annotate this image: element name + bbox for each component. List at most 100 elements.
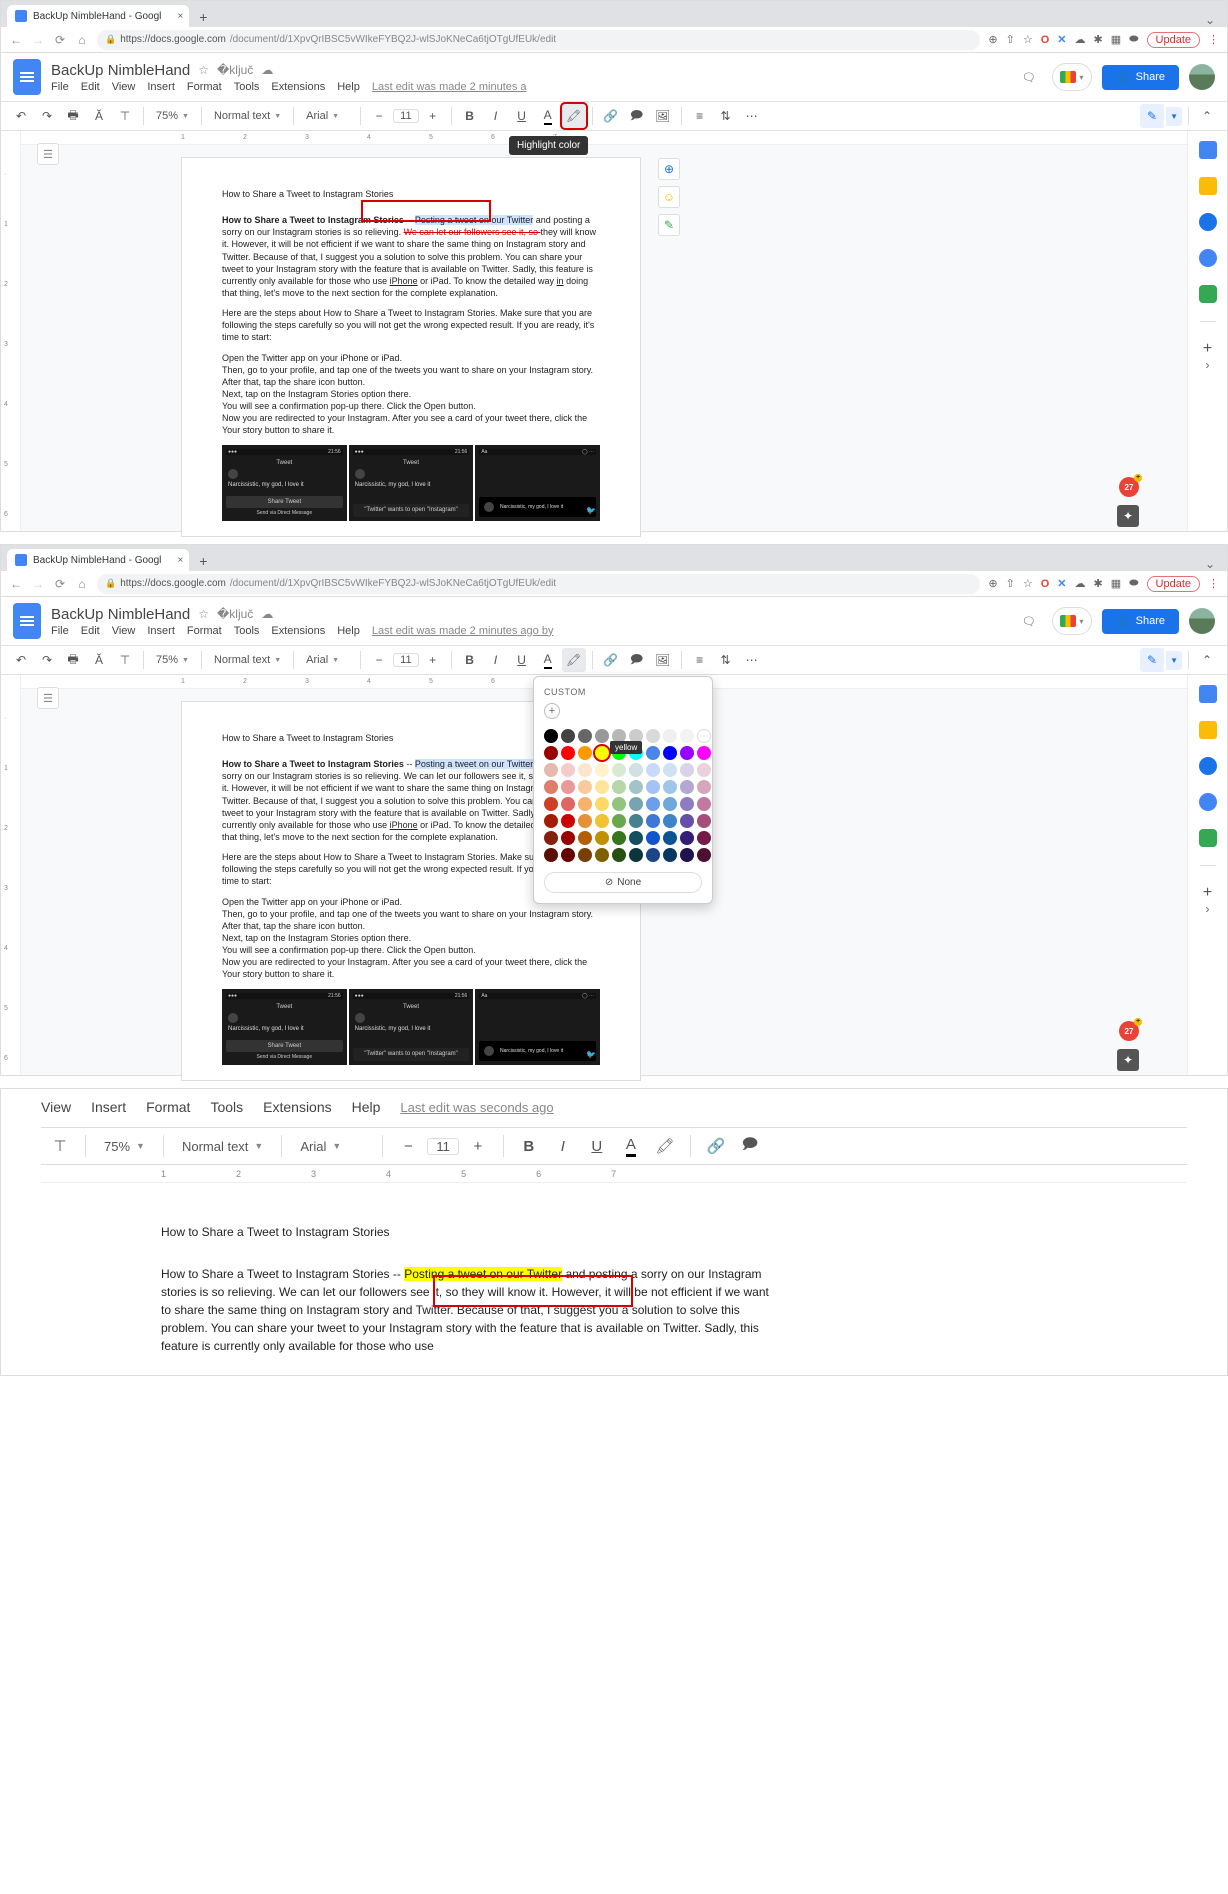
comments-history-icon[interactable]: 🗨 <box>1016 608 1042 634</box>
get-addons-icon[interactable]: + <box>1199 340 1217 358</box>
ext-cloud-icon[interactable]: ☁ <box>1074 577 1085 590</box>
window-dropdown-icon[interactable]: ⌄ <box>1205 13 1221 27</box>
color-swatch[interactable] <box>561 831 575 845</box>
zoom-icon[interactable]: ⊕ <box>988 33 997 46</box>
color-swatch[interactable] <box>612 848 626 862</box>
ext-film-icon[interactable]: ▦ <box>1111 33 1121 46</box>
color-swatch[interactable] <box>612 797 626 811</box>
paint-format-icon[interactable]: ⊤ <box>113 104 137 128</box>
color-swatch[interactable] <box>595 797 609 811</box>
explore-button[interactable]: ✦ <box>1117 505 1139 527</box>
color-swatch[interactable] <box>544 814 558 828</box>
color-swatch[interactable] <box>646 797 660 811</box>
maps-icon[interactable] <box>1199 829 1217 847</box>
color-swatch[interactable] <box>629 814 643 828</box>
tab-close-icon[interactable]: × <box>178 11 184 22</box>
tasks-icon[interactable] <box>1199 213 1217 231</box>
keep-icon[interactable] <box>1199 177 1217 195</box>
align-icon[interactable]: ≡ <box>688 648 712 672</box>
font-size-inc-icon[interactable]: + <box>421 104 445 128</box>
color-swatch[interactable] <box>646 814 660 828</box>
color-swatch[interactable] <box>697 780 711 794</box>
more-icon[interactable]: ⋯ <box>740 648 764 672</box>
color-swatch[interactable] <box>612 831 626 845</box>
address-bar[interactable]: 🔒 https://docs.google.com/document/d/1Xp… <box>97 574 980 594</box>
color-swatch[interactable] <box>595 746 609 760</box>
styles-dropdown[interactable]: Normal text▼ <box>208 654 287 666</box>
editing-mode-dropdown[interactable]: ▼ <box>1166 651 1182 670</box>
reload-icon[interactable]: ⟳ <box>53 33 67 47</box>
back-icon[interactable]: ← <box>9 33 23 47</box>
italic-icon[interactable]: I <box>484 104 508 128</box>
font-size-inc-icon[interactable]: + <box>421 648 445 672</box>
menu-tools[interactable]: Tools <box>234 81 260 93</box>
font-size-input[interactable]: 11 <box>393 653 418 667</box>
paint-format-icon[interactable]: ⊤ <box>113 648 137 672</box>
menu-format[interactable]: Format <box>187 81 222 93</box>
document-page[interactable]: ⊕ ☺ ✎ How to Share a Tweet to Instagram … <box>181 157 641 537</box>
color-swatch[interactable] <box>663 797 677 811</box>
menu-extensions[interactable]: Extensions <box>263 1099 331 1115</box>
bold-icon[interactable]: B <box>514 1131 544 1161</box>
color-swatch[interactable] <box>595 814 609 828</box>
color-swatch[interactable] <box>697 797 711 811</box>
color-swatch[interactable] <box>663 848 677 862</box>
insert-image-icon[interactable]: 🖼 <box>651 648 675 672</box>
menu-format[interactable]: Format <box>146 1099 190 1115</box>
menu-file[interactable]: File <box>51 81 69 93</box>
docs-logo-icon[interactable] <box>13 59 41 95</box>
menu-edit[interactable]: Edit <box>81 81 100 93</box>
font-dropdown[interactable]: Arial▼ <box>300 654 354 666</box>
bookmark-icon[interactable]: ☆ <box>1023 33 1033 46</box>
more-icon[interactable]: ⋯ <box>740 104 764 128</box>
zoom-icon[interactable]: ⊕ <box>988 577 997 590</box>
color-swatch[interactable] <box>680 746 694 760</box>
ext-x-icon[interactable]: ✕ <box>1057 577 1066 590</box>
font-dropdown[interactable]: Arial▼ <box>292 1139 372 1154</box>
color-swatch[interactable] <box>595 729 609 743</box>
color-swatch[interactable] <box>544 797 558 811</box>
color-swatch[interactable] <box>578 763 592 777</box>
last-edit-link[interactable]: Last edit was made 2 minutes ago by <box>372 625 554 637</box>
font-size-input[interactable]: 11 <box>427 1138 459 1155</box>
last-edit-link[interactable]: Last edit was made 2 minutes a <box>372 81 527 93</box>
font-size-dec-icon[interactable]: − <box>367 104 391 128</box>
move-icon[interactable]: �ključ <box>217 607 253 621</box>
contacts-icon[interactable] <box>1199 249 1217 267</box>
extensions-icon[interactable]: ✱ <box>1093 577 1102 590</box>
color-swatch[interactable] <box>697 848 711 862</box>
menu-format[interactable]: Format <box>187 625 222 637</box>
color-swatch[interactable] <box>680 763 694 777</box>
color-swatch[interactable] <box>680 780 694 794</box>
insert-link-icon[interactable]: 🔗 <box>599 104 623 128</box>
color-swatch[interactable] <box>680 797 694 811</box>
doc-title[interactable]: BackUp NimbleHand <box>51 606 190 623</box>
tab-close-icon[interactable]: × <box>178 555 184 566</box>
back-icon[interactable]: ← <box>9 577 23 591</box>
font-size-input[interactable]: 11 <box>393 109 418 123</box>
contacts-icon[interactable] <box>1199 793 1217 811</box>
add-comment-icon[interactable]: 🗩 <box>735 1131 765 1161</box>
chrome-menu-icon[interactable]: ⋮ <box>1208 33 1219 46</box>
color-swatch[interactable] <box>578 814 592 828</box>
spellcheck-icon[interactable]: Ă <box>87 648 111 672</box>
color-swatch[interactable] <box>578 848 592 862</box>
menu-file[interactable]: File <box>51 625 69 637</box>
no-highlight-button[interactable]: ⊘None <box>544 872 702 893</box>
ext-dash-icon[interactable]: ⬬ <box>1129 577 1138 590</box>
new-tab-button[interactable]: + <box>193 551 213 571</box>
color-swatch[interactable] <box>646 780 660 794</box>
color-swatch[interactable] <box>561 729 575 743</box>
color-swatch[interactable] <box>646 831 660 845</box>
bookmark-icon[interactable]: ☆ <box>1023 577 1033 590</box>
get-addons-icon[interactable]: + <box>1199 884 1217 902</box>
hide-menus-icon[interactable]: ⌃ <box>1195 648 1219 672</box>
color-swatch[interactable] <box>629 848 643 862</box>
comments-history-icon[interactable]: 🗨 <box>1016 64 1042 90</box>
suggest-edits-rail-icon[interactable]: ✎ <box>658 214 680 236</box>
color-swatch[interactable] <box>629 831 643 845</box>
color-swatch[interactable] <box>680 729 694 743</box>
color-swatch[interactable] <box>595 848 609 862</box>
line-spacing-icon[interactable]: ⇅ <box>714 648 738 672</box>
share-button[interactable]: 👤Share <box>1102 609 1179 634</box>
